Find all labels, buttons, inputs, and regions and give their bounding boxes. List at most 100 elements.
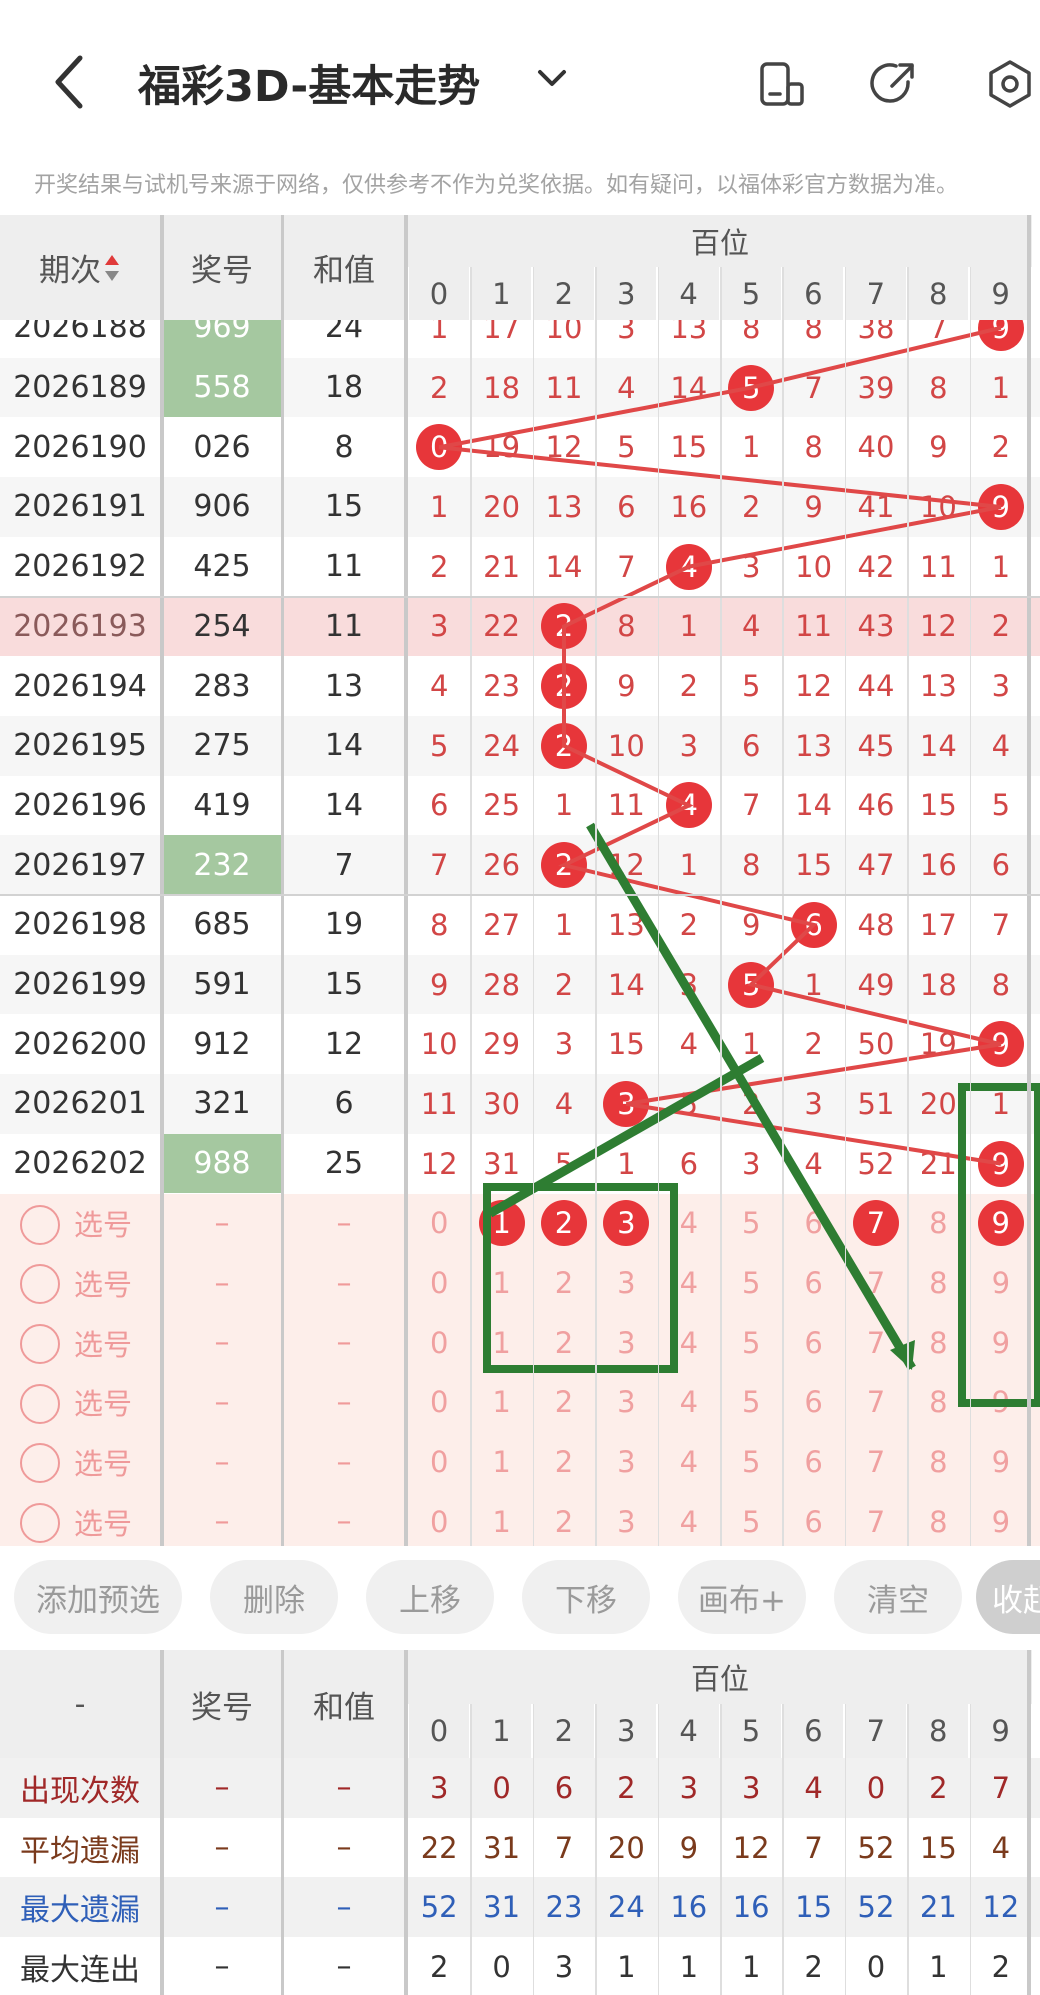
stats-value-cell: 1 — [741, 1949, 761, 1984]
annotation-box-123 — [483, 1183, 678, 1373]
column-divider — [404, 215, 408, 1546]
stats-column-divider — [1027, 1650, 1031, 1995]
share-icon[interactable] — [868, 58, 920, 110]
stats-row: 最大遗漏 – – 52 31 23 24 16 16 15 52 21 12 — [0, 1877, 1040, 1938]
back-arrow-icon[interactable] — [50, 52, 90, 112]
digit-divider — [782, 267, 784, 1546]
column-divider — [281, 215, 284, 1546]
stats-value-cell: 3 — [554, 1949, 574, 1984]
settings-gear-icon[interactable] — [984, 58, 1036, 110]
stats-value-cell: 0 — [492, 1770, 511, 1805]
column-divider — [1027, 215, 1031, 1546]
move-down-button[interactable]: 下移 — [522, 1560, 650, 1634]
stats-value-cell: 7 — [991, 1770, 1011, 1805]
stats-value-cell: 1 — [617, 1949, 636, 1984]
stats-value-cell: 3 — [429, 1770, 449, 1805]
stats-row-label: 最大遗漏 — [20, 1893, 140, 1929]
stats-prize-cell: – — [214, 1889, 230, 1925]
stats-column-divider — [281, 1650, 284, 1995]
stats-digit-divider — [720, 1704, 722, 1995]
stats-digit-header-cell: 0 — [409, 1704, 469, 1758]
stats-digit-header-cell: 7 — [845, 1704, 906, 1758]
stats-row-label: 平均遗漏 — [20, 1833, 140, 1869]
stats-value-cell: 4 — [804, 1770, 823, 1805]
stats-value-cell: 6 — [554, 1770, 574, 1805]
clear-button[interactable]: 清空 — [834, 1560, 962, 1634]
stats-digit-header-cell: 1 — [471, 1704, 532, 1758]
stats-row: 最大连出 – – 2 0 3 1 1 1 2 0 1 2 — [0, 1937, 1040, 1995]
delete-button[interactable]: 删除 — [210, 1560, 338, 1634]
column-divider — [160, 215, 164, 1546]
stats-digit-header-cell: 5 — [721, 1704, 781, 1758]
stats-sum-cell: – — [336, 1830, 352, 1866]
stats-value-cell: 23 — [545, 1890, 583, 1925]
action-bar: 添加预选 删除 上移 下移 画布+ 清空 收起 — [0, 1546, 1040, 1646]
digit-header-cell: 7 — [845, 267, 906, 320]
stats-row: 平均遗漏 – – 22 31 7 20 9 12 7 52 15 4 — [0, 1817, 1040, 1878]
digit-header-cell: 1 — [471, 267, 532, 320]
stats-digit-divider — [844, 1704, 847, 1995]
stats-value-cell: 22 — [420, 1830, 458, 1865]
canvas-plus-button[interactable]: 画布+ — [678, 1560, 806, 1634]
hundreds-group-header: 百位 — [408, 215, 1032, 267]
stats-digit-header-cell: 4 — [658, 1704, 719, 1758]
stats-row-label: 最大连出 — [20, 1952, 140, 1988]
layout-toggle-icon[interactable] — [756, 58, 808, 110]
stats-prize-cell: – — [214, 1770, 230, 1806]
stats-value-cell: 0 — [866, 1949, 886, 1984]
stats-digit-header-cell: 2 — [533, 1704, 594, 1758]
page-title[interactable]: 福彩3D-基本走势 — [138, 52, 480, 114]
top-bar: 福彩3D-基本走势 开奖结果与试机号来源于网络，仅供参考不作为兑奖依据。如有疑问… — [0, 0, 1040, 198]
stats-digit-divider — [470, 1704, 472, 1995]
digit-header-cell: 0 — [409, 267, 469, 320]
stats-digit-header-cell: 3 — [596, 1704, 657, 1758]
trend-overlay — [438, 325, 1040, 1407]
stats-hundreds-header: 百位 — [408, 1650, 1032, 1704]
digit-divider — [657, 267, 660, 1546]
stats-value-cell: 21 — [919, 1890, 957, 1925]
add-preselect-button[interactable]: 添加预选 — [14, 1560, 182, 1634]
stats-prize-cell: – — [214, 1830, 230, 1866]
stats-column-divider — [404, 1650, 408, 1995]
stats-value-cell: 1 — [679, 1949, 699, 1984]
digit-divider — [470, 267, 472, 1546]
digit-header-cell: 5 — [721, 267, 781, 320]
stats-row: 出现次数 – – 3 0 6 2 3 3 4 0 2 7 — [0, 1758, 1040, 1818]
stats-value-cell: 0 — [866, 1770, 886, 1805]
stats-value-cell: 1 — [929, 1949, 948, 1984]
stats-prize-cell: – — [214, 1949, 230, 1985]
stats-value-cell: 15 — [795, 1890, 833, 1925]
stats-value-cell: 3 — [679, 1770, 699, 1805]
stats-digit-header-cell: 6 — [783, 1704, 844, 1758]
trend-table: 期次 奖号 和值 百位 0123456789 2026188 969 24 1 17 10… — [0, 215, 1040, 1550]
collapse-button[interactable]: 收起 — [976, 1560, 1040, 1634]
stats-value-cell: 4 — [991, 1830, 1011, 1865]
stats-value-cell: 12 — [982, 1890, 1020, 1925]
stats-digit-divider — [907, 1704, 909, 1995]
stats-row-label: 出现次数 — [20, 1773, 140, 1809]
stats-digit-divider — [969, 1704, 972, 1995]
stats-value-cell: 2 — [929, 1770, 948, 1805]
digit-header-cell: 3 — [596, 267, 657, 320]
stats-value-cell: 12 — [732, 1830, 770, 1865]
group-separator — [0, 595, 1040, 598]
digit-divider — [595, 267, 597, 1546]
stats-sum-cell: – — [336, 1770, 352, 1806]
stats-value-cell: 20 — [607, 1830, 645, 1865]
move-up-button[interactable]: 上移 — [366, 1560, 494, 1634]
stats-value-cell: 52 — [420, 1890, 458, 1925]
digit-header-row: 0123456789 — [0, 267, 1040, 320]
app-root: { "header": { "title": "福彩3D-基本走势", "not… — [0, 0, 1040, 1995]
stats-digit-divider — [532, 1704, 535, 1995]
stats-value-cell: 2 — [429, 1949, 449, 1984]
stats-value-cell: 0 — [492, 1949, 511, 1984]
digit-header-cell: 9 — [970, 267, 1031, 320]
stats-value-cell: 52 — [857, 1830, 895, 1865]
stats-digit-header-row: 0123456789 — [0, 1704, 1040, 1758]
chevron-down-icon[interactable] — [535, 66, 569, 92]
stats-value-cell: 15 — [919, 1830, 957, 1865]
stats-table: - 奖号 和值 百位 0123456789 出现次数 – –3 0 6 2 3 3 4 0 2 7 平均… — [0, 1650, 1040, 1995]
stats-value-cell: 16 — [670, 1890, 708, 1925]
group-separator — [0, 894, 1040, 896]
digit-header-cell: 6 — [783, 267, 844, 320]
